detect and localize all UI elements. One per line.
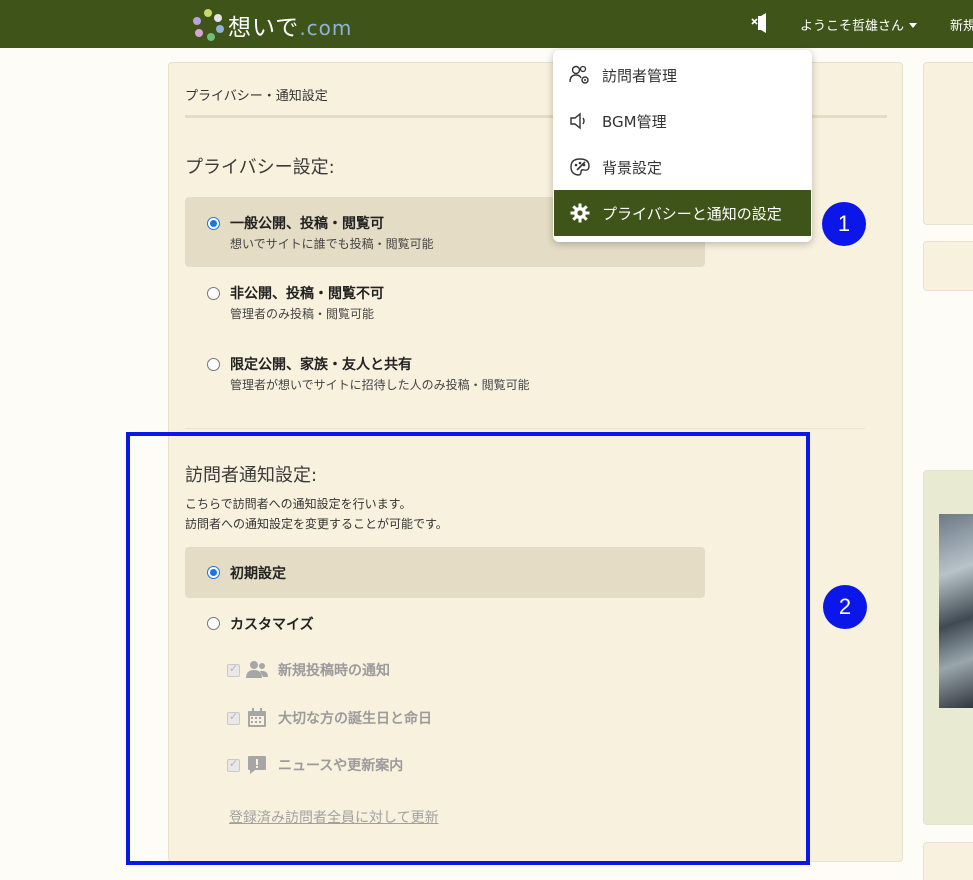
radio-selected[interactable] — [207, 217, 220, 230]
side-card-2 — [923, 241, 973, 291]
menu-item-label: プライバシーと通知の設定 — [602, 204, 782, 223]
palette-icon — [568, 155, 592, 179]
privacy-option-limited[interactable]: 限定公開、家族・友人と共有 管理者が想いでサイトに招待した人のみ投稿・閲覧可能 — [185, 338, 705, 408]
menu-item-label: 訪問者管理 — [602, 66, 678, 85]
side-card-4 — [923, 842, 973, 880]
callout-badge-1: 1 — [822, 202, 866, 246]
option-desc: 管理者のみ投稿・閲覧可能 — [230, 307, 375, 321]
menu-item-privacy-settings[interactable]: プライバシーと通知の設定 — [554, 190, 811, 236]
menu-item-background[interactable]: 背景設定 — [554, 144, 811, 190]
user-dropdown-menu: 訪問者管理 BGM管理 背景設定 プライバシーと通知の設定 — [553, 50, 812, 242]
side-card-1 — [923, 62, 973, 225]
user-menu-toggle[interactable]: ようこそ哲雄さん — [800, 15, 918, 34]
menu-item-bgm[interactable]: BGM管理 — [554, 98, 811, 144]
option-title: 一般公開、投稿・閲覧可 — [230, 216, 384, 232]
option-desc: 管理者が想いでサイトに招待した人のみ投稿・閲覧可能 — [230, 378, 530, 392]
breadcrumb: プライバシー・通知設定 — [185, 89, 328, 104]
logo-icon — [192, 9, 224, 41]
callout-badge-2: 2 — [823, 585, 867, 629]
menu-item-visitor-management[interactable]: 訪問者管理 — [554, 52, 811, 98]
chevron-down-icon — [909, 23, 918, 28]
visitor-settings-icon — [568, 63, 592, 87]
speaker-icon — [568, 109, 592, 133]
speaker-mute-icon[interactable] — [751, 13, 775, 38]
option-title: 限定公開、家族・友人と共有 — [230, 357, 412, 373]
radio-unselected[interactable] — [207, 287, 220, 300]
side-photo — [939, 514, 973, 708]
site-logo[interactable]: 想いで.com — [192, 8, 352, 42]
menu-item-label: BGM管理 — [602, 112, 667, 131]
highlight-box — [126, 432, 810, 865]
privacy-option-private[interactable]: 非公開、投稿・閲覧不可 管理者のみ投稿・閲覧可能 — [185, 267, 705, 337]
section-divider — [185, 428, 865, 429]
new-button[interactable]: 新規 — [950, 15, 973, 34]
privacy-section-title: プライバシー設定: — [185, 157, 335, 178]
option-title: 非公開、投稿・閲覧不可 — [230, 286, 384, 302]
logo-text: 想いで.com — [228, 15, 353, 41]
menu-item-label: 背景設定 — [602, 158, 663, 177]
option-desc: 想いでサイトに誰でも投稿・閲覧可能 — [230, 237, 434, 251]
radio-unselected[interactable] — [207, 358, 220, 371]
top-navbar: 想いで.com ようこそ哲雄さん 新規 — [0, 0, 973, 48]
welcome-text: ようこそ哲雄さん — [800, 19, 905, 34]
gear-icon — [568, 201, 592, 225]
